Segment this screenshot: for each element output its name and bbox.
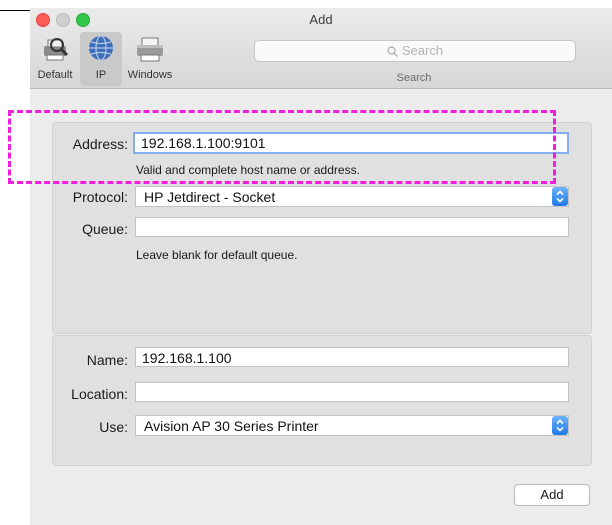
search-field[interactable]: Search xyxy=(254,40,576,62)
search-caption: Search xyxy=(396,72,432,84)
queue-label: Queue: xyxy=(82,221,128,237)
queue-hint: Leave blank for default queue. xyxy=(136,248,298,262)
name-label: Name: xyxy=(86,352,128,368)
highlight-annotation xyxy=(8,110,556,184)
chevron-updown-icon xyxy=(556,419,564,432)
location-input[interactable] xyxy=(135,382,569,402)
toolbar-windows-label: Windows xyxy=(127,69,173,81)
search-icon xyxy=(387,46,398,58)
add-printer-window: Add Default IP Windows Search Search Add… xyxy=(30,8,612,525)
globe-icon xyxy=(89,35,113,61)
use-stepper[interactable] xyxy=(552,416,568,435)
protocol-label: Protocol: xyxy=(72,189,128,205)
protocol-value: HP Jetdirect - Socket xyxy=(144,189,276,205)
name-input[interactable]: 192.168.1.100 xyxy=(135,347,569,367)
toolbar-ip-button[interactable]: IP xyxy=(80,32,122,86)
protocol-stepper[interactable] xyxy=(552,187,568,206)
search-placeholder: Search xyxy=(401,43,444,58)
chevron-updown-icon xyxy=(556,190,564,203)
add-button[interactable]: Add xyxy=(514,484,590,506)
toolbar-default-label: Default xyxy=(37,69,73,81)
use-value: Avision AP 30 Series Printer xyxy=(144,418,319,434)
default-printers-icon xyxy=(44,38,69,61)
use-label: Use: xyxy=(99,419,128,435)
toolbar-default-button[interactable]: Default xyxy=(32,32,78,86)
corner-line xyxy=(0,10,32,11)
location-label: Location: xyxy=(71,386,128,402)
window-title: Add xyxy=(309,12,333,27)
titlebar: Add Default IP Windows Search Search xyxy=(30,8,612,89)
use-popup[interactable]: Avision AP 30 Series Printer xyxy=(135,415,569,436)
queue-input[interactable] xyxy=(135,217,569,237)
protocol-popup[interactable]: HP Jetdirect - Socket xyxy=(135,186,569,207)
toolbar-ip-label: IP xyxy=(95,69,107,81)
windows-printer-icon xyxy=(137,37,163,62)
toolbar-windows-button[interactable]: Windows xyxy=(124,32,176,86)
